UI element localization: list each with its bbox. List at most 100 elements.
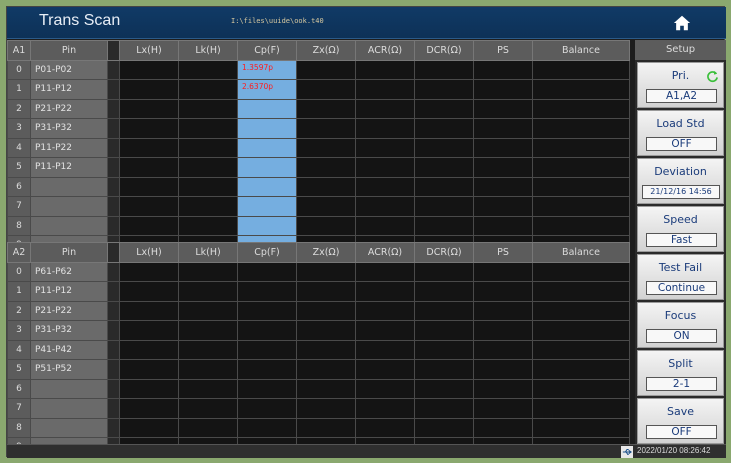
value-cell <box>296 300 356 321</box>
cp-cell <box>237 281 297 302</box>
table-row[interactable]: 2 P21-P22 <box>7 300 630 321</box>
cp-cell <box>237 98 297 119</box>
column-header: Balance <box>532 242 630 263</box>
value-cell <box>178 378 238 399</box>
pin-cell <box>30 215 108 236</box>
table-row[interactable]: 4 P41-P42 <box>7 339 630 360</box>
table-row[interactable]: 1 P11-P12 2.6370p <box>7 79 630 100</box>
row-index: 3 <box>7 320 31 341</box>
value-cell <box>414 320 474 341</box>
value-cell <box>119 378 179 399</box>
value-cell <box>296 98 356 119</box>
value-cell <box>473 79 533 100</box>
cp-cell: 2.6370p <box>237 79 297 100</box>
value-cell <box>296 339 356 360</box>
table-row[interactable]: 8 <box>7 417 630 438</box>
spacer-cell <box>107 300 120 321</box>
spacer-cell <box>107 339 120 360</box>
setup-button-focus[interactable]: Focus ON <box>637 301 724 348</box>
value-cell <box>532 176 630 197</box>
setup-button-split[interactable]: Split 2-1 <box>637 349 724 396</box>
home-button[interactable] <box>644 9 720 37</box>
setup-button-deviation[interactable]: Deviation 21/12/16 14:56 <box>637 157 724 204</box>
pin-cell: P21-P22 <box>30 98 108 119</box>
value-cell <box>414 339 474 360</box>
setup-button-value: 2-1 <box>646 376 717 391</box>
value-cell <box>296 281 356 302</box>
value-cell <box>473 398 533 419</box>
row-index: 0 <box>7 261 31 282</box>
pin-cell: P11-P12 <box>30 157 108 178</box>
value-cell <box>414 137 474 158</box>
spacer-cell <box>107 378 120 399</box>
table-row[interactable]: 0 P61-P62 <box>7 261 630 282</box>
table-row[interactable]: 2 P21-P22 <box>7 98 630 119</box>
value-cell <box>532 118 630 139</box>
pin-cell: P11-P12 <box>30 79 108 100</box>
value-cell <box>532 281 630 302</box>
pin-cell: P21-P22 <box>30 300 108 321</box>
pin-cell: P31-P32 <box>30 320 108 341</box>
value-cell <box>296 359 356 380</box>
scan-table-a2: A2 Pin Lx(H) Lk(H) Cp(F) Zx(Ω) ACR(Ω) DCR(Ω) PS B… <box>7 242 630 458</box>
value-cell <box>119 215 179 236</box>
setup-button-speed[interactable]: Speed Fast <box>637 205 724 252</box>
cp-cell <box>237 196 297 217</box>
value-cell <box>532 378 630 399</box>
setup-button-save[interactable]: Save OFF <box>637 397 724 444</box>
value-cell <box>119 281 179 302</box>
pin-cell: P01-P02 <box>30 59 108 80</box>
table-row[interactable]: 6 <box>7 378 630 399</box>
table-header-row: A2 Pin Lx(H) Lk(H) Cp(F) Zx(Ω) ACR(Ω) DCR(Ω) PS B… <box>7 242 630 263</box>
value-cell <box>414 176 474 197</box>
setup-button-pri[interactable]: Pri. A1,A2 <box>637 61 724 108</box>
table-row[interactable]: 5 P51-P52 <box>7 359 630 380</box>
setup-button-test-fail[interactable]: Test Fail Continue <box>637 253 724 300</box>
spacer-cell <box>107 157 120 178</box>
spacer-cell <box>107 417 120 438</box>
value-cell <box>296 417 356 438</box>
value-cell <box>296 398 356 419</box>
spacer-cell <box>107 196 120 217</box>
pin-cell <box>30 398 108 419</box>
value-cell <box>473 261 533 282</box>
pin-cell <box>30 378 108 399</box>
table-row[interactable]: 0 P01-P02 1.3597p <box>7 59 630 80</box>
spacer-cell <box>107 118 120 139</box>
column-header: DCR(Ω) <box>414 242 474 263</box>
setup-button-value: A1,A2 <box>646 88 717 103</box>
value-cell <box>414 300 474 321</box>
setup-button-label: Focus <box>664 308 697 322</box>
value-cell <box>119 300 179 321</box>
value-cell <box>178 118 238 139</box>
column-header: Lk(H) <box>178 40 238 61</box>
instrument-screen: Trans Scan I:\files\uuide\ook.t40 A1 Pin L… <box>6 6 726 458</box>
table-row[interactable]: 1 P11-P12 <box>7 281 630 302</box>
value-cell <box>119 157 179 178</box>
column-header: DCR(Ω) <box>414 40 474 61</box>
value-cell <box>414 196 474 217</box>
value-cell <box>473 118 533 139</box>
pin-cell <box>30 417 108 438</box>
value-cell <box>119 359 179 380</box>
table-row[interactable]: 3 P31-P32 <box>7 320 630 341</box>
setup-button-load-std[interactable]: Load Std OFF <box>637 109 724 156</box>
value-cell <box>119 137 179 158</box>
value-cell <box>178 137 238 158</box>
table-row[interactable]: 3 P31-P32 <box>7 118 630 139</box>
table-row[interactable]: 7 <box>7 196 630 217</box>
table-row[interactable]: 8 <box>7 215 630 236</box>
table-row[interactable]: 4 P11-P22 <box>7 137 630 158</box>
row-index: 6 <box>7 176 31 197</box>
column-header: PS <box>473 242 533 263</box>
row-index: 4 <box>7 137 31 158</box>
value-cell <box>355 215 415 236</box>
row-index: 5 <box>7 359 31 380</box>
table-row[interactable]: 7 <box>7 398 630 419</box>
table-row[interactable]: 5 P11-P12 <box>7 157 630 178</box>
setup-button-label: Speed <box>663 212 698 226</box>
row-index: 6 <box>7 378 31 399</box>
table-row[interactable]: 6 <box>7 176 630 197</box>
refresh-icon[interactable] <box>706 70 719 83</box>
column-header: Lx(H) <box>119 242 179 263</box>
